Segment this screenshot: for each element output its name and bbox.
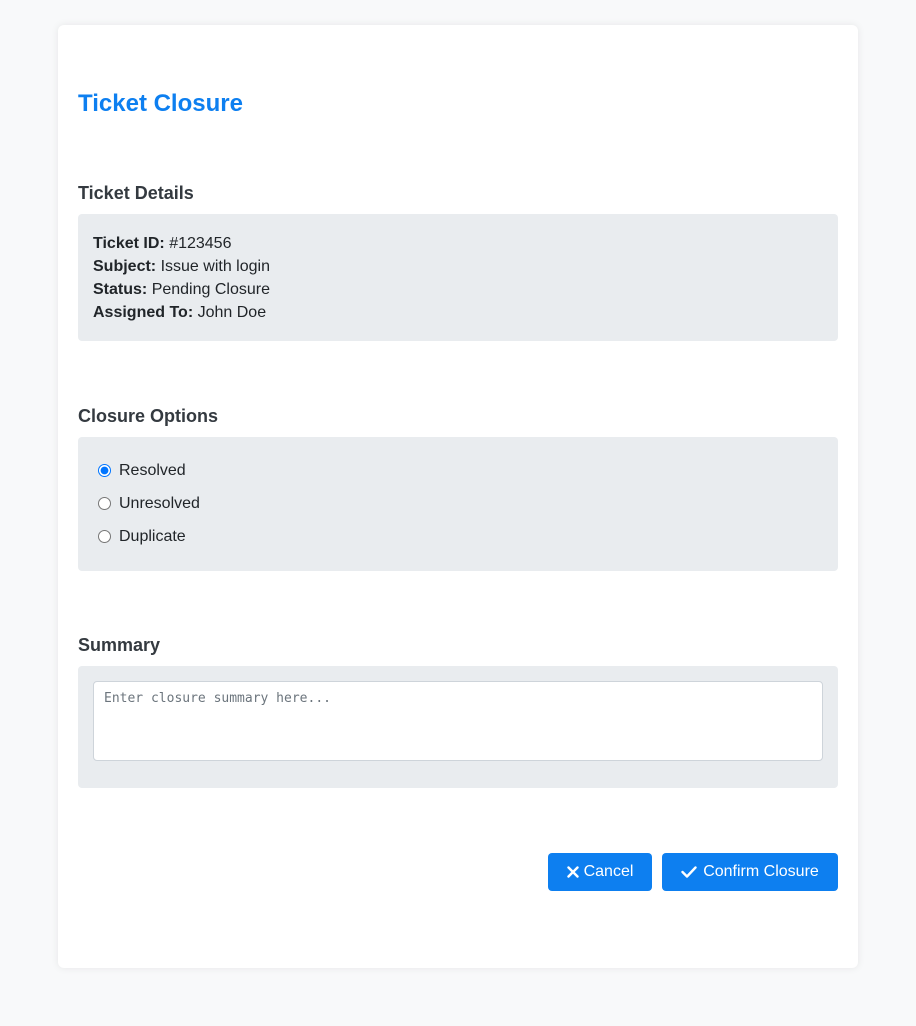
confirm-label: Confirm Closure (703, 863, 819, 880)
detail-ticket-id: Ticket ID: #123456 (93, 232, 823, 255)
ticket-details-heading: Ticket Details (78, 183, 194, 203)
summary-panel (78, 666, 838, 788)
cancel-label: Cancel (583, 863, 634, 880)
detail-value: #123456 (169, 235, 232, 252)
detail-value: John Doe (197, 304, 267, 321)
closure-option-duplicate[interactable]: Duplicate (98, 520, 818, 553)
option-label: Resolved (119, 461, 186, 479)
summary-textarea[interactable] (93, 681, 823, 761)
detail-subject: Subject: Issue with login (93, 255, 823, 278)
detail-assigned-to: Assigned To: John Doe (93, 301, 823, 324)
detail-value: Issue with login (160, 258, 270, 275)
detail-label: Ticket ID: (93, 235, 165, 252)
radio-resolved[interactable] (98, 464, 111, 477)
detail-label: Status: (93, 281, 148, 298)
closure-options-panel: Resolved Unresolved Duplicate (78, 437, 838, 571)
option-label: Duplicate (119, 527, 186, 545)
ticket-closure-card: Ticket Closure Ticket Details Ticket ID:… (58, 25, 858, 968)
cancel-button[interactable]: Cancel (548, 853, 652, 891)
detail-label: Subject: (93, 258, 157, 275)
detail-value: Pending Closure (151, 281, 270, 298)
closure-option-unresolved[interactable]: Unresolved (98, 487, 818, 520)
ticket-details-panel: Ticket ID: #123456 Subject: Issue with l… (78, 214, 838, 341)
radio-unresolved[interactable] (98, 497, 111, 510)
check-icon (681, 866, 697, 878)
confirm-closure-button[interactable]: Confirm Closure (662, 853, 838, 891)
close-icon (566, 866, 579, 878)
summary-heading: Summary (78, 635, 161, 655)
detail-status: Status: Pending Closure (93, 278, 823, 301)
option-label: Unresolved (119, 494, 200, 512)
closure-options-heading: Closure Options (78, 406, 219, 426)
detail-label: Assigned To: (93, 304, 194, 321)
radio-duplicate[interactable] (98, 530, 111, 543)
closure-option-resolved[interactable]: Resolved (98, 454, 818, 487)
page-title: Ticket Closure (78, 90, 243, 117)
